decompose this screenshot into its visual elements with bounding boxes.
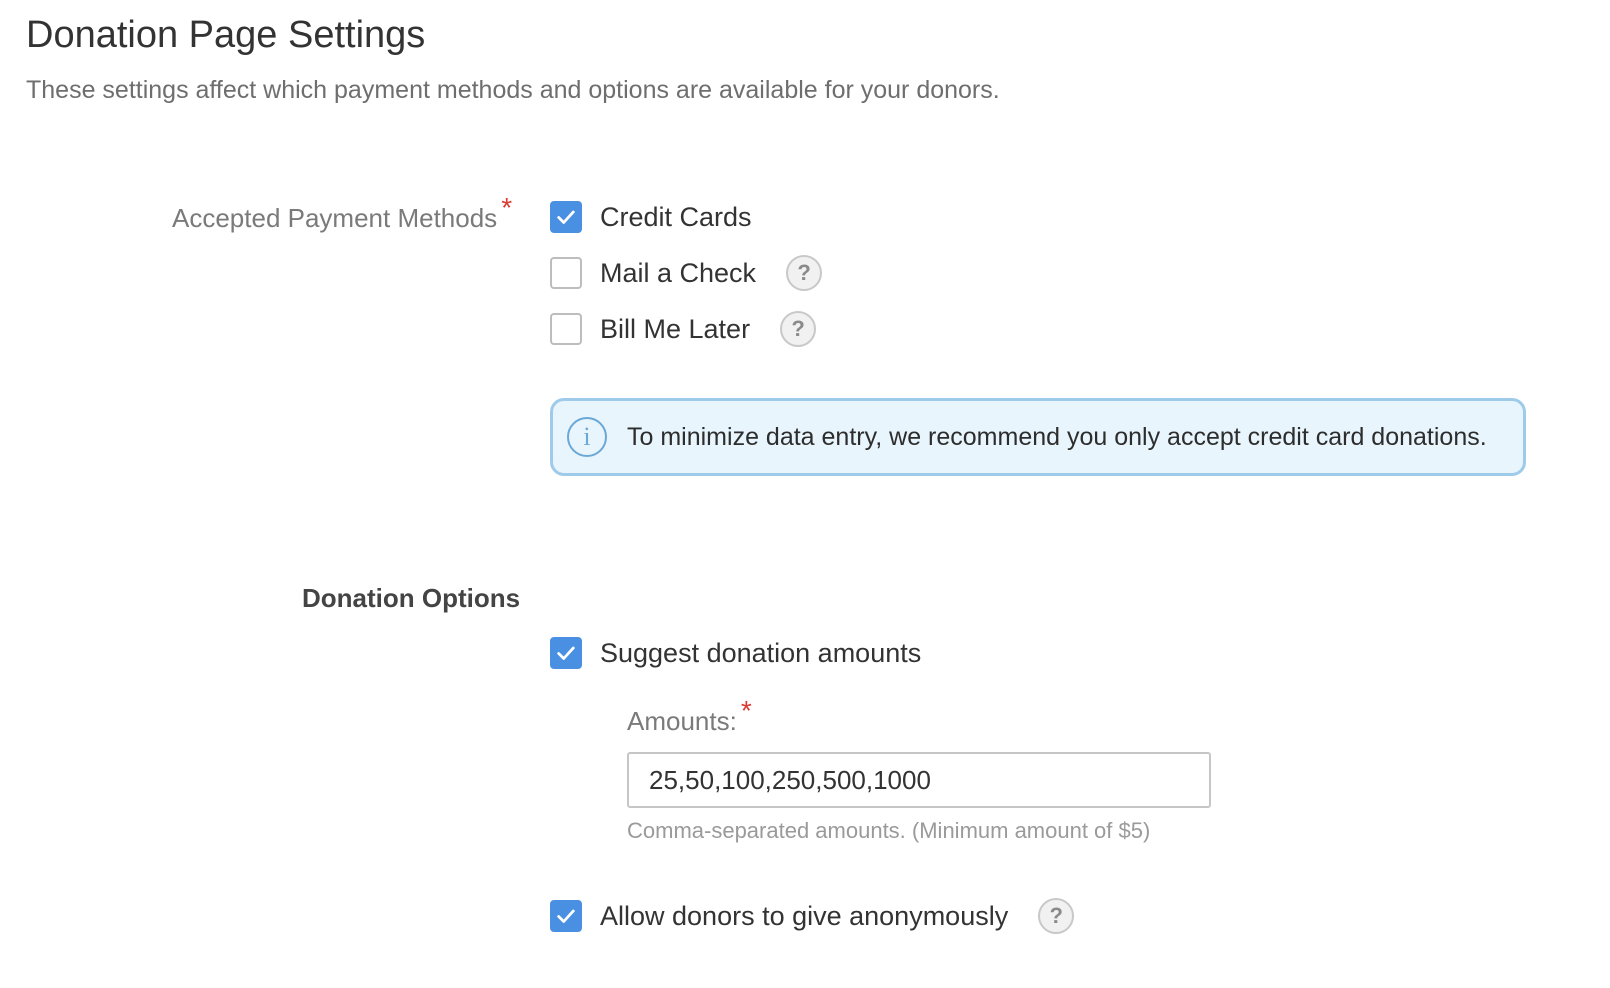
page-title: Donation Page Settings (26, 14, 426, 56)
anonymous-checkbox[interactable] (550, 900, 582, 932)
donation-options-heading: Donation Options (302, 583, 521, 613)
suggest-amounts-checkbox[interactable] (550, 637, 582, 669)
info-alert: i To minimize data entry, we recommend y… (550, 398, 1526, 476)
credit-cards-label[interactable]: Credit Cards (600, 200, 752, 234)
checkmark-icon (557, 909, 575, 923)
payment-option-credit-cards[interactable]: Credit Cards (550, 197, 752, 237)
anonymous-option[interactable]: Allow donors to give anonymously ? (550, 896, 1075, 936)
amounts-helper-text: Comma-separated amounts. (Minimum amount… (627, 818, 1151, 843)
payment-option-mail-check[interactable]: Mail a Check ? (550, 253, 823, 293)
mail-check-label[interactable]: Mail a Check (600, 256, 756, 290)
bill-later-checkbox[interactable] (550, 313, 582, 345)
bill-later-label[interactable]: Bill Me Later (600, 312, 750, 346)
question-mark-icon[interactable]: ? (780, 311, 817, 347)
anonymous-label[interactable]: Allow donors to give anonymously (600, 899, 1008, 933)
info-icon: i (567, 417, 607, 457)
payment-option-bill-later[interactable]: Bill Me Later ? (550, 309, 817, 349)
required-asterisk: * (501, 192, 513, 223)
info-alert-text: To minimize data entry, we recommend you… (627, 423, 1487, 451)
payment-methods-label-text: Accepted Payment Methods (172, 203, 498, 233)
payment-methods-label: Accepted Payment Methods * (172, 192, 512, 235)
amounts-label: Amounts: * (627, 695, 752, 738)
amounts-label-text: Amounts: (627, 706, 737, 736)
checkmark-icon (557, 646, 575, 660)
question-mark-icon[interactable]: ? (786, 255, 823, 291)
credit-cards-checkbox[interactable] (550, 201, 582, 233)
checkmark-icon (557, 210, 575, 224)
mail-check-checkbox[interactable] (550, 257, 582, 289)
suggest-amounts-label[interactable]: Suggest donation amounts (600, 636, 921, 670)
required-asterisk: * (740, 695, 752, 726)
question-mark-icon[interactable]: ? (1038, 898, 1075, 934)
suggest-amounts-option[interactable]: Suggest donation amounts (550, 633, 921, 673)
page-subtitle: These settings affect which payment meth… (26, 76, 1000, 104)
amounts-input[interactable] (627, 752, 1211, 808)
